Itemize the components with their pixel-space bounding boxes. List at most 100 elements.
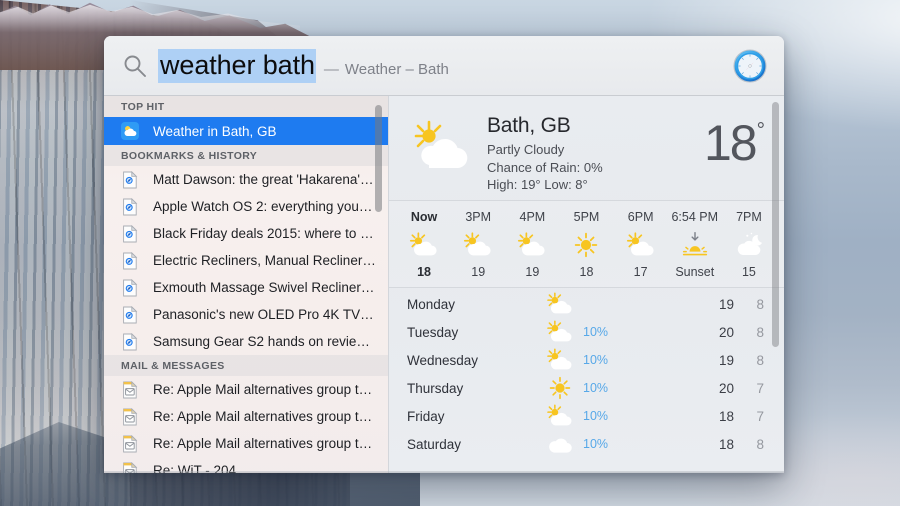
safari-document-icon (123, 278, 138, 296)
hourly-cell: 6:54 PM Sunset (668, 210, 722, 279)
result-row[interactable]: Exmouth Massage Swivel Recliner… (104, 274, 388, 301)
sun-behind-cloud-icon (505, 230, 559, 260)
results-group-header: MAIL & MESSAGES (104, 355, 388, 376)
search-query-text: weather bath (158, 48, 316, 83)
sun-behind-cloud-icon (545, 292, 579, 316)
result-label: Apple Watch OS 2: everything you… (153, 199, 373, 214)
result-row[interactable]: Re: Apple Mail alternatives group t… (104, 376, 388, 403)
daily-day-name: Wednesday (407, 352, 479, 368)
hourly-cell: Now 18 (397, 210, 451, 279)
window-bottom-edge (104, 471, 784, 473)
weather-app-icon (121, 122, 139, 140)
search-dash: — (323, 60, 339, 78)
daily-high-temp: 18 (718, 436, 734, 452)
mail-message-icon (123, 380, 138, 398)
safari-document-icon (123, 332, 138, 350)
daily-day-name: Friday (407, 408, 445, 424)
result-row[interactable]: Panasonic's new OLED Pro 4K TV… (104, 301, 388, 328)
hourly-value: 19 (471, 265, 486, 279)
sun-behind-cloud-icon (547, 292, 572, 314)
sun-icon (549, 376, 571, 400)
daily-precip-chance: 10% (583, 409, 609, 423)
hourly-value: 17 (633, 265, 648, 279)
weather-condition: Partly Cloudy (487, 142, 565, 157)
sun-behind-cloud-icon (545, 348, 579, 372)
results-sidebar[interactable]: TOP HIT Weather in Bath, GB BOOKMARKS & H… (104, 96, 389, 473)
result-row[interactable]: Re: Apple Mail alternatives group t… (104, 430, 388, 457)
safari-compass-icon[interactable] (732, 48, 768, 84)
sun-behind-cloud-icon (547, 404, 572, 426)
result-label: Re: Apple Mail alternatives group t… (153, 382, 373, 397)
hourly-value: 18 (579, 265, 594, 279)
safari-document-icon (121, 305, 139, 324)
daily-forecast: Monday 19 8 Tuesday 10% 20 8 Wednesday 1… (389, 288, 784, 458)
safari-document-icon (123, 170, 138, 188)
daily-low-temp: 8 (756, 324, 764, 340)
result-label: Panasonic's new OLED Pro 4K TV… (153, 307, 374, 322)
result-row[interactable]: Apple Watch OS 2: everything you… (104, 193, 388, 220)
weather-preview-pane: Bath, GB Partly Cloudy Chance of Rain: 0… (389, 96, 784, 473)
result-row-selected[interactable]: Weather in Bath, GB (104, 117, 388, 145)
result-label: Black Friday deals 2015: where to f… (153, 226, 376, 241)
weather-details: Bath, GB Partly Cloudy Chance of Rain: 0… (487, 110, 704, 194)
mail-message-icon (121, 380, 139, 399)
daily-day-name: Saturday (407, 436, 462, 452)
mail-message-icon (123, 407, 138, 425)
weather-app-icon (121, 122, 139, 140)
daily-row: Friday 10% 18 7 (389, 402, 784, 430)
hourly-time: 3PM (465, 210, 492, 224)
result-row[interactable]: Matt Dawson: the great 'Hakarena'… (104, 166, 388, 193)
hourly-cell: 4PM 19 (505, 210, 559, 279)
hourly-value: 15 (741, 265, 756, 279)
daily-low-temp: 8 (756, 296, 764, 312)
sunset-icon (682, 232, 707, 256)
safari-document-icon (121, 170, 139, 189)
current-temp-value: 18 (703, 115, 758, 171)
search-input[interactable]: weather bath — Weather – Bath (158, 48, 724, 83)
result-label: Exmouth Massage Swivel Recliner… (153, 280, 375, 295)
search-icon (124, 55, 146, 77)
safari-document-icon (123, 305, 138, 323)
safari-document-icon (121, 197, 139, 216)
daily-day-name: Monday (407, 296, 456, 312)
spotlight-window: weather bath — Weather – Bath TOP HIT We… (104, 36, 784, 473)
daily-low-temp: 8 (756, 436, 764, 452)
hourly-time: 6:54 PM (671, 210, 719, 224)
hourly-cell: 7PM 15 (722, 210, 776, 279)
result-label: Re: Apple Mail alternatives group t… (153, 409, 373, 424)
sidebar-scrollbar[interactable] (375, 105, 382, 212)
daily-low-temp: 7 (756, 408, 764, 424)
sun-behind-cloud-icon (414, 120, 468, 169)
hourly-time: 6PM (627, 210, 654, 224)
sun-icon (559, 230, 613, 260)
moon-behind-cloud-icon (737, 232, 762, 255)
sun-behind-cloud-icon (626, 232, 654, 256)
daily-row: Monday 19 8 (389, 290, 784, 318)
hourly-value: 18 (417, 265, 432, 279)
safari-document-icon (123, 197, 138, 215)
sun-behind-cloud-icon (545, 404, 579, 428)
daily-high-temp: 20 (718, 324, 734, 340)
spotlight-search-bar[interactable]: weather bath — Weather – Bath (104, 36, 784, 96)
mail-message-icon (123, 434, 138, 452)
daily-precip-chance: 10% (583, 437, 609, 451)
weather-chance-of-rain: Chance of Rain: 0% (487, 159, 603, 175)
daily-row: Thursday 10% 20 7 (389, 374, 784, 402)
mail-message-icon (121, 434, 139, 453)
safari-document-icon (121, 251, 139, 270)
result-row[interactable]: Electric Recliners, Manual Recliner… (104, 247, 388, 274)
hourly-cell: 5PM 18 (559, 210, 613, 279)
sun-icon (545, 376, 579, 400)
hourly-value: 19 (525, 265, 540, 279)
daily-low-temp: 8 (756, 352, 764, 368)
daily-high-temp: 20 (718, 380, 734, 396)
result-row[interactable]: Black Friday deals 2015: where to f… (104, 220, 388, 247)
mail-message-icon (121, 407, 139, 426)
result-row[interactable]: Re: Apple Mail alternatives group t… (104, 403, 388, 430)
daily-precip-chance: 10% (583, 353, 609, 367)
weather-high-low: High: 19° Low: 8° (487, 177, 588, 192)
weather-header: Bath, GB Partly Cloudy Chance of Rain: 0… (389, 96, 784, 200)
weather-scrollbar[interactable] (772, 102, 779, 347)
result-row[interactable]: Samsung Gear S2 hands on review… (104, 328, 388, 355)
weather-current-temperature: 18° (703, 110, 765, 171)
